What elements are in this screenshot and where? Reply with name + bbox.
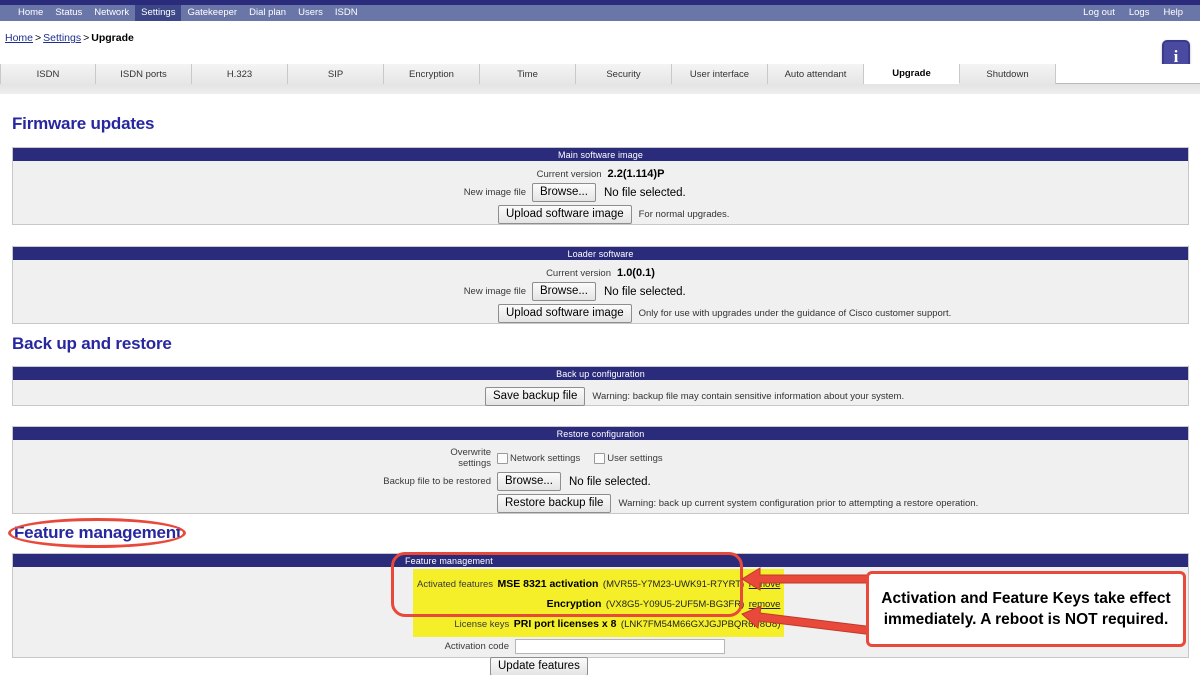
breadcrumb-link-home[interactable]: Home [5, 32, 33, 44]
tab-isdn[interactable]: ISDN [0, 64, 96, 84]
nav-item-logs[interactable]: Logs [1122, 5, 1157, 21]
tab-upgrade[interactable]: Upgrade [864, 64, 960, 84]
tab-encryption[interactable]: Encryption [384, 64, 480, 84]
activated-feature-row-1: Encryption (VX8G5-Y09U5-2UF5M-BG3FR) rem… [417, 594, 781, 612]
checkbox-network-settings-label: Network settings [510, 452, 581, 464]
loader-upload-hint: Only for use with upgrades under the gui… [638, 308, 952, 319]
info-icon-glyph: i [1173, 47, 1179, 66]
loader-software-panel-title: Loader software [13, 247, 1188, 260]
loader-new-image-file-label: New image file [463, 286, 526, 297]
activated-feature-row-0: Activated features MSE 8321 activation (… [417, 574, 780, 592]
feature-management-heading: Feature management [14, 523, 182, 542]
main-file-status: No file selected. [603, 186, 686, 199]
tab-time[interactable]: Time [480, 64, 576, 84]
loader-current-version-value: 1.0(0.1) [617, 267, 655, 279]
restore-backup-file-button[interactable]: Restore backup file [497, 494, 612, 513]
license-key-row-0-code: (LNK7FM54M66GXJGJPBQR6P8U8) [620, 619, 781, 630]
nav-item-log-out[interactable]: Log out [1076, 5, 1122, 21]
nav-item-isdn[interactable]: ISDN [329, 5, 364, 21]
tab-security[interactable]: Security [576, 64, 672, 84]
feature-keys-highlight-block: Activated features MSE 8321 activation (… [413, 569, 785, 637]
checkbox-user-settings[interactable] [594, 452, 606, 464]
restore-configuration-panel: Restore configuration Overwrite settings… [12, 426, 1189, 514]
restore-file-status: No file selected. [568, 475, 651, 488]
tab-h-323[interactable]: H.323 [192, 64, 288, 84]
loader-current-version-label: Current version [546, 267, 612, 279]
main-current-version-value: 2.2(1.114)P [607, 168, 665, 180]
backup-restore-heading: Back up and restore [12, 334, 172, 353]
restore-browse-button[interactable]: Browse... [497, 472, 561, 491]
firmware-updates-heading: Firmware updates [12, 114, 155, 133]
upgrade-page: Home Status Network Settings Gatekeeper Dial … [0, 0, 1200, 675]
loader-upload-software-image-button[interactable]: Upload software image [498, 304, 632, 323]
backup-configuration-panel-title: Back up configuration [13, 367, 1188, 380]
activated-feature-row-1-code: (VX8G5-Y09U5-2UF5M-BG3FR) [605, 599, 745, 610]
loader-file-status: No file selected. [603, 285, 686, 298]
tab-bar-filler [1056, 64, 1200, 83]
main-software-image-panel: Main software image Current version 2.2(… [12, 147, 1189, 225]
backup-configuration-panel: Back up configuration Save backup file W… [12, 366, 1189, 406]
license-key-row-0-label: License keys [454, 619, 510, 630]
main-browse-button[interactable]: Browse... [532, 183, 596, 202]
overwrite-settings-label: Overwrite settings [450, 447, 491, 469]
nav-item-status[interactable]: Status [49, 5, 88, 21]
breadcrumb-link-settings[interactable]: Settings [43, 32, 81, 44]
main-software-image-panel-title: Main software image [13, 148, 1188, 161]
nav-item-home[interactable]: Home [12, 5, 49, 21]
tab-bar-shadow [0, 84, 1200, 94]
nav-item-gatekeeper[interactable]: Gatekeeper [181, 5, 243, 21]
license-key-row-0-name: PRI port licenses x 8 [513, 618, 617, 630]
checkbox-network-settings[interactable] [497, 452, 508, 464]
activated-feature-row-1-name: Encryption [546, 598, 602, 610]
activated-feature-row-0-label: Activated features [417, 579, 494, 590]
loader-software-panel: Loader software Current version 1.0(0.1)… [12, 246, 1189, 324]
loader-browse-button[interactable]: Browse... [532, 282, 596, 301]
nav-item-dial-plan[interactable]: Dial plan [243, 5, 292, 21]
tab-user-interface[interactable]: User interface [672, 64, 768, 84]
annotation-callout-reboot-note: Activation and Feature Keys take effect … [866, 571, 1186, 647]
activated-feature-row-1-remove-link[interactable]: remove [749, 599, 781, 610]
primary-nav-items: Home Status Network Settings Gatekeeper Dial … [12, 5, 364, 21]
breadcrumb-current: Upgrade [91, 32, 134, 44]
update-features-button[interactable]: Update features [490, 657, 588, 675]
backup-file-to-restore-label: Backup file to be restored [383, 476, 491, 487]
activated-feature-row-0-code: (MVR55-Y7M23-UWK91-R7YRT) [602, 579, 745, 590]
save-backup-file-button[interactable]: Save backup file [485, 387, 586, 406]
settings-tab-bar: ISDN ISDN ports H.323 SIP Encryption Time Secu… [0, 64, 1200, 84]
nav-item-help[interactable]: Help [1156, 5, 1190, 21]
activation-code-input[interactable] [515, 639, 725, 654]
main-upload-software-image-button[interactable]: Upload software image [498, 205, 632, 224]
main-navigation-bar: Home Status Network Settings Gatekeeper Dial … [0, 5, 1200, 21]
tab-shutdown[interactable]: Shutdown [960, 64, 1056, 84]
secondary-nav-items: Log out Logs Help [1076, 5, 1190, 21]
restore-configuration-panel-title: Restore configuration [13, 427, 1188, 440]
nav-item-settings[interactable]: Settings [135, 5, 182, 21]
nav-item-users[interactable]: Users [292, 5, 329, 21]
breadcrumb-separator-2: > [83, 32, 90, 44]
activation-code-label: Activation code [444, 641, 509, 652]
backup-warning-text: Warning: backup file may contain sensiti… [592, 391, 905, 402]
breadcrumb: Home > Settings > Upgrade [5, 32, 134, 44]
tab-isdn-ports[interactable]: ISDN ports [96, 64, 192, 84]
checkbox-user-settings-label: User settings [607, 452, 663, 464]
main-upload-hint: For normal upgrades. [638, 209, 730, 220]
activated-feature-row-0-remove-link[interactable]: remove [749, 579, 781, 590]
tab-auto-attendant[interactable]: Auto attendant [768, 64, 864, 84]
nav-item-network[interactable]: Network [88, 5, 135, 21]
restore-warning-text: Warning: back up current system configur… [618, 498, 979, 509]
license-key-row-0: License keys PRI port licenses x 8 (LNK7… [417, 614, 780, 632]
main-current-version-label: Current version [536, 168, 602, 180]
main-new-image-file-label: New image file [463, 187, 526, 198]
feature-management-panel-title: Feature management [13, 554, 1188, 567]
breadcrumb-separator-1: > [35, 32, 42, 44]
activated-feature-row-0-name: MSE 8321 activation [497, 578, 599, 590]
tab-sip[interactable]: SIP [288, 64, 384, 84]
